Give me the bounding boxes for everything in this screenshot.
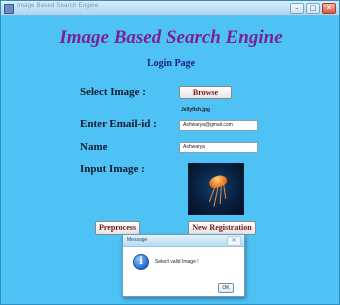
info-icon: i [133,254,149,270]
selected-file-name: Jellyfish.jpg [181,107,210,113]
app-icon [4,4,14,14]
window-controls: – □ ✕ [290,3,336,14]
jellyfish-tentacle [219,183,222,204]
browse-button[interactable]: Browse [179,86,232,99]
ok-button[interactable]: OK [218,283,234,293]
app-title: Image Based Search Engine [59,27,283,48]
dialog-close-button[interactable]: ✕ [227,236,241,246]
email-label: Enter Email-id : [80,118,157,130]
dialog-message: Select valid Image ! [155,259,199,265]
page-heading: Login Page [146,58,196,69]
window-titlebar: Image Based Search Engine – □ ✕ [1,1,339,16]
input-image-preview [188,163,244,215]
dialog-title: Message [127,237,148,243]
maximize-button[interactable]: □ [306,3,320,14]
jellyfish-tentacle [223,182,227,199]
select-image-label: Select Image : [80,86,146,98]
name-label: Name [80,141,108,153]
dialog-titlebar: Message ✕ [123,235,244,247]
name-field[interactable]: Ashwarya [179,142,258,153]
new-registration-button[interactable]: New Registration [188,221,256,235]
email-field[interactable]: Ashwarya@gmail.com [179,120,258,131]
close-button[interactable]: ✕ [322,3,336,14]
minimize-button[interactable]: – [290,3,304,14]
window-title: Image Based Search Engine [17,3,99,9]
input-image-label: Input Image : [80,163,145,175]
preprocess-button[interactable]: Preprocess [95,221,140,235]
message-dialog: Message ✕ i Select valid Image ! OK [122,234,245,297]
